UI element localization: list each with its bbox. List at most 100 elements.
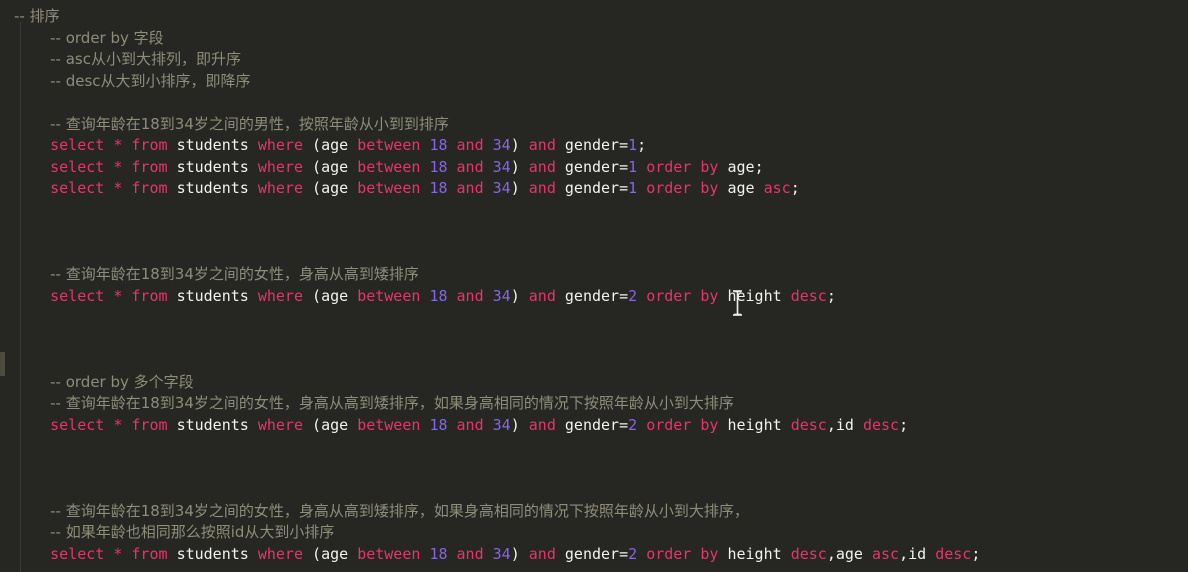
code-line-blank[interactable]	[0, 200, 1188, 222]
code-line-blank[interactable]	[0, 92, 1188, 114]
code-line[interactable]: -- order by 多个字段	[0, 372, 1188, 394]
token-kw: and	[528, 136, 556, 154]
code-line-blank[interactable]	[0, 243, 1188, 265]
token-kw: select	[50, 544, 105, 563]
code-line[interactable]: select * from students where (age betwee…	[0, 544, 1188, 566]
token-id: gender	[564, 179, 620, 197]
code-line[interactable]: -- 排序	[0, 6, 1188, 28]
token-kw: from	[131, 544, 168, 563]
code-line[interactable]: select * from students where (age betwee…	[0, 157, 1188, 179]
token-id: age	[835, 544, 863, 563]
token-kw: and	[456, 415, 484, 434]
token-num: 18	[429, 157, 448, 176]
code-line-blank[interactable]	[0, 307, 1188, 329]
token-num: 1	[628, 179, 638, 197]
token-punc: ;	[637, 136, 647, 154]
token-punc: (	[312, 415, 322, 434]
token-id: age	[321, 157, 349, 176]
code-line[interactable]: -- 查询年龄在18到34岁之间的男性，按照年龄从小到到排序	[0, 114, 1188, 136]
token-kw: where	[257, 179, 303, 197]
token-kw: and	[456, 286, 484, 305]
token-punc: (	[312, 179, 322, 197]
token-id: students	[176, 286, 249, 305]
sql-code-editor[interactable]: -- 排序 -- order by 字段 -- asc从小到大排列，即升序 --…	[0, 0, 1188, 572]
token-kw: and	[528, 544, 556, 563]
token-kw: between	[357, 179, 421, 197]
token-punc: =	[619, 544, 629, 563]
token-kw: order by	[646, 415, 719, 434]
code-line[interactable]: select * from students where (age betwee…	[0, 286, 1188, 308]
token-kw: and	[528, 415, 556, 434]
token-kw: from	[131, 179, 168, 197]
token-kw: and	[528, 286, 556, 305]
token-kw: desc	[862, 415, 900, 434]
token-kw: select	[50, 415, 105, 434]
code-line[interactable]: -- order by 字段	[0, 28, 1188, 50]
token-id: gender	[564, 415, 620, 434]
token-kw: select	[50, 286, 105, 305]
token-id: age	[321, 136, 349, 154]
code-line[interactable]: select * from students where (age betwee…	[0, 178, 1188, 200]
token-punc: ;	[754, 157, 764, 176]
code-text-area[interactable]: -- 排序 -- order by 字段 -- asc从小到大排列，即升序 --…	[0, 0, 1188, 572]
code-line-blank[interactable]	[0, 565, 1188, 572]
code-line[interactable]: -- 如果年龄也相同那么按照id从大到小排序	[0, 522, 1188, 544]
token-cmt: -- 查询年龄在18到34岁之间的女性，身高从高到矮排序，如果身高相同的情况下按…	[50, 394, 734, 412]
code-line-blank[interactable]	[0, 329, 1188, 351]
code-line[interactable]: -- 查询年龄在18到34岁之间的女性，身高从高到矮排序，如果身高相同的情况下按…	[0, 393, 1188, 415]
token-kw: where	[257, 544, 303, 563]
token-kw: order by	[646, 179, 719, 197]
code-line[interactable]: -- 查询年龄在18到34岁之间的女性，身高从高到矮排序	[0, 264, 1188, 286]
token-kw: where	[257, 415, 303, 434]
token-num: 2	[628, 544, 638, 563]
token-kw: between	[357, 415, 421, 434]
token-kw: select	[50, 179, 105, 197]
token-punc: ,	[826, 415, 836, 434]
token-star: *	[113, 286, 123, 305]
token-punc: =	[619, 415, 629, 434]
code-line[interactable]: select * from students where (age betwee…	[0, 135, 1188, 157]
code-line-blank[interactable]	[0, 221, 1188, 243]
token-id: students	[176, 415, 249, 434]
token-punc: )	[510, 179, 520, 197]
token-punc: =	[619, 136, 629, 154]
token-punc: (	[312, 157, 322, 176]
token-punc: (	[312, 136, 322, 154]
token-id: students	[176, 157, 249, 176]
token-kw: asc	[763, 179, 791, 197]
token-kw: select	[50, 136, 105, 154]
code-line[interactable]: select * from students where (age betwee…	[0, 415, 1188, 437]
token-id: age	[321, 286, 349, 305]
token-punc: )	[510, 157, 520, 176]
code-line[interactable]: -- asc从小到大排列，即升序	[0, 49, 1188, 71]
code-line-blank[interactable]	[0, 350, 1188, 372]
token-punc: )	[510, 415, 520, 434]
token-cmt: -- 查询年龄在18到34岁之间的女性，身高从高到矮排序	[50, 265, 419, 283]
code-line[interactable]: -- desc从大到小排序，即降序	[0, 71, 1188, 93]
code-line-blank[interactable]	[0, 479, 1188, 501]
code-line-blank[interactable]	[0, 436, 1188, 458]
code-line-blank[interactable]	[0, 458, 1188, 480]
token-num: 34	[492, 157, 511, 176]
token-punc: (	[312, 286, 322, 305]
token-kw: and	[528, 179, 556, 197]
token-kw: and	[528, 157, 556, 176]
token-kw: and	[456, 157, 484, 176]
code-line[interactable]: -- 查询年龄在18到34岁之间的女性，身高从高到矮排序，如果身高相同的情况下按…	[0, 501, 1188, 523]
token-id: age	[321, 179, 349, 197]
token-punc: ;	[790, 179, 800, 197]
token-cmt: -- 查询年龄在18到34岁之间的男性，按照年龄从小到到排序	[50, 114, 449, 133]
